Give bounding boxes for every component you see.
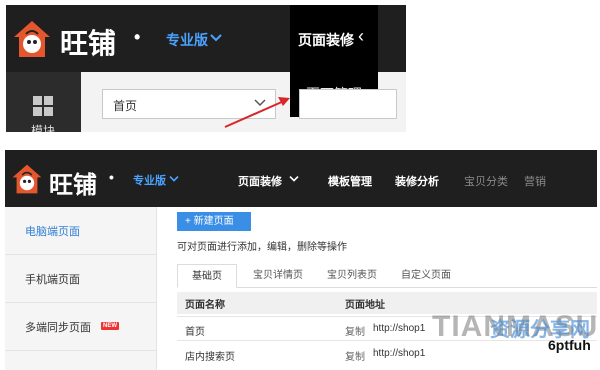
tab-custom-pages[interactable]: 自定义页面 [393,264,459,288]
logo-house-icon [12,164,42,194]
chevron-down-icon[interactable] [289,175,299,183]
help-text: 可对页面进行添加，编辑，删除等操作 [177,242,347,253]
tab-item-detail-pages[interactable]: 宝贝详情页 [245,264,311,288]
edition-label[interactable]: 专业版 [133,172,166,188]
table-cell-page-url[interactable]: http://shop1 [373,323,425,334]
chevron-down-icon [254,99,266,107]
table-cell-page-name: 首页 [185,327,205,338]
copy-link[interactable]: 复制 [345,323,365,338]
sidebar-modules-label: 模块 [31,124,56,132]
grid-icon [33,96,53,116]
sidebar-item-mobile-pages[interactable]: 手机端页面 [5,255,157,303]
sidebar-item-label: 电脑端页面 [25,226,80,238]
chevron-down-icon[interactable] [169,175,179,183]
chevron-left-icon: ‹ [358,26,364,46]
watermark-url: 6ptfuh [548,337,591,353]
page-select-value: 首页 [113,99,138,113]
brand-name[interactable]: 旺铺 [60,22,116,62]
sidebar-modules[interactable]: 模块 [6,72,81,132]
sidebar-item-label: 手机端页面 [25,274,80,286]
sidebar-item-pc-pages[interactable]: 电脑端页面 [5,207,157,255]
sidebar: 电脑端页面 手机端页面 多端同步页面 NEW [5,207,157,370]
tab-item-list-pages[interactable]: 宝贝列表页 [319,264,385,288]
brand-dot: • [109,169,114,185]
page-select[interactable]: 首页 [102,89,276,119]
nav-template-management[interactable]: 模板管理 [328,173,372,189]
nav-decoration-analysis[interactable]: 装修分析 [395,173,439,189]
brand-name[interactable]: 旺铺 [49,165,97,200]
sidebar-item-multi-sync-pages[interactable]: 多端同步页面 NEW [5,303,157,351]
chevron-down-icon[interactable] [210,33,222,43]
column-header-page-url: 页面地址 [345,300,385,311]
nav-marketing[interactable]: 营销 [524,173,546,189]
column-header-page-name: 页面名称 [185,300,225,311]
nav-item-category[interactable]: 宝贝分类 [464,173,508,189]
new-badge: NEW [101,322,119,330]
top-bar: 旺铺 • 专业版 页面装修 模板管理 装修分析 宝贝分类 营销 [5,150,597,207]
copy-link[interactable]: 复制 [345,348,365,363]
nav-page-decoration[interactable]: 页面装修 [238,173,282,189]
edition-label[interactable]: 专业版 [166,30,208,50]
table-cell-page-name: 店内搜索页 [185,352,235,363]
nav-page-decoration-label[interactable]: 页面装修 [298,30,354,50]
secondary-input-box[interactable] [299,89,397,119]
logo-house-icon [14,21,50,57]
top-screenshot-panel: 旺铺 • 专业版 页面装修 ‹ 页面管理 模块 首页 [6,5,406,132]
sidebar-item-label: 多端同步页面 [25,322,91,334]
brand-dot: • [134,27,141,47]
page-type-tabs: 基础页 宝贝详情页 宝贝列表页 自定义页面 [177,264,597,288]
tab-basic-pages[interactable]: 基础页 [177,264,237,288]
new-page-button[interactable]: + 新建页面 [177,212,251,231]
table-cell-page-url[interactable]: http://shop1 [373,348,425,359]
